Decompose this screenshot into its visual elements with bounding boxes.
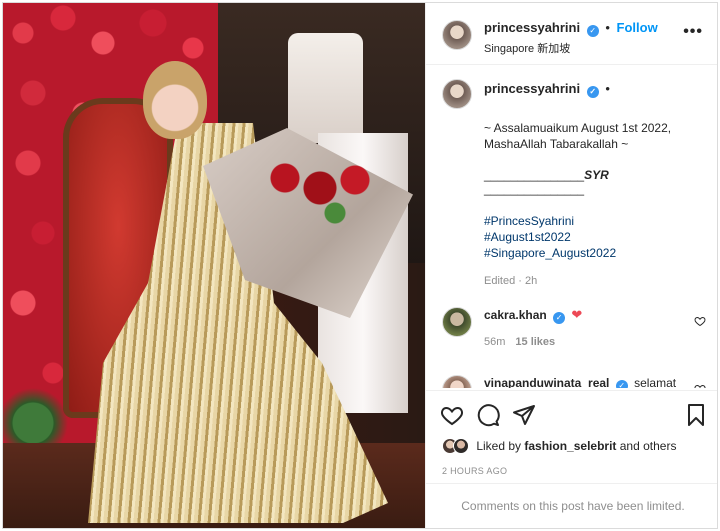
comments-limited-notice: Comments on this post have been limited. xyxy=(426,483,717,528)
heart-icon[interactable] xyxy=(440,403,464,427)
commenter-username[interactable]: vinapanduwinata_real xyxy=(484,376,609,388)
header-line: princessyahrini ✓ • Follow xyxy=(484,20,658,37)
bookmark-icon[interactable] xyxy=(684,403,708,427)
comment-icon[interactable] xyxy=(476,403,500,427)
action-bar xyxy=(426,390,717,438)
red-heart-emoji: ❤ xyxy=(571,307,583,322)
cake xyxy=(288,33,363,143)
comments-list[interactable]: princessyahrini ✓ • ~ Assalamuaikum Augu… xyxy=(426,65,717,388)
commenter-avatar[interactable] xyxy=(442,307,472,337)
woman-head xyxy=(143,61,207,139)
comment-item: cakra.khan ✓ ❤ 56m 15 likes xyxy=(426,307,717,375)
liked-by-user[interactable]: fashion_selebrit xyxy=(524,439,616,453)
comment-line: cakra.khan ✓ ❤ xyxy=(484,307,704,324)
liker-avatar[interactable] xyxy=(453,438,469,454)
comment-line: vinapanduwinata_real ✓ selamat xyxy=(484,375,704,388)
comment-text: selamat xyxy=(634,376,677,388)
post-side-panel: princessyahrini ✓ • Follow Singapore 新加坡… xyxy=(425,3,717,528)
liked-by-others[interactable]: and others xyxy=(616,439,677,453)
caption-avatar[interactable] xyxy=(442,79,472,109)
caption-dot: • xyxy=(605,81,610,96)
caption-username[interactable]: princessyahrini xyxy=(484,81,580,96)
liked-by-row: Liked by fashion_selebrit and others xyxy=(442,438,703,462)
follow-button[interactable]: Follow xyxy=(617,20,658,35)
commenter-username[interactable]: cakra.khan xyxy=(484,308,547,322)
separator-line: _______________ xyxy=(484,168,585,182)
post-window: princessyahrini ✓ • Follow Singapore 新加坡… xyxy=(2,2,718,529)
post-header: princessyahrini ✓ • Follow Singapore 新加坡… xyxy=(426,3,717,65)
comment-meta: 56m 15 likes xyxy=(484,336,704,348)
like-comment-heart-icon[interactable] xyxy=(694,315,706,327)
edited-timestamp: Edited · 2h xyxy=(484,275,538,287)
author-username[interactable]: princessyahrini xyxy=(484,20,580,35)
hashtag-link[interactable]: #Singapore_August2022 xyxy=(484,245,704,261)
commenter-avatar[interactable] xyxy=(442,375,472,388)
separator-line-2: _______________ xyxy=(484,182,585,196)
caption-text: ~ Assalamuaikum August 1st 2022, MashaAl… xyxy=(484,121,672,151)
share-icon[interactable] xyxy=(512,403,536,427)
post-photo[interactable] xyxy=(3,3,425,528)
post-timestamp[interactable]: 2 HOURS AGO xyxy=(442,466,507,476)
liked-by-prefix: Liked by xyxy=(476,439,525,453)
red-roses xyxy=(265,158,375,228)
verified-badge-icon: ✓ xyxy=(615,380,628,388)
comment-item: vinapanduwinata_real ✓ selamat xyxy=(426,375,717,388)
caption-username-line: princessyahrini ✓ • xyxy=(484,81,704,98)
verified-badge-icon: ✓ xyxy=(586,86,599,98)
post-location[interactable]: Singapore 新加坡 xyxy=(484,40,570,56)
hashtag-link[interactable]: #August1st2022 xyxy=(484,229,704,245)
hashtag-list: #PrincesSyahrini #August1st2022 #Singapo… xyxy=(484,213,704,261)
separator-dot: • xyxy=(605,20,610,35)
signature: SYR xyxy=(584,168,609,182)
verified-badge-icon: ✓ xyxy=(586,25,599,37)
more-options-icon[interactable]: ••• xyxy=(683,23,703,41)
verified-badge-icon: ✓ xyxy=(553,312,566,324)
caption: princessyahrini ✓ • ~ Assalamuaikum Augu… xyxy=(426,65,717,287)
comment-likes[interactable]: 15 likes xyxy=(515,336,555,348)
liked-by-text: Liked by fashion_selebrit and others xyxy=(476,439,676,453)
comment-age: 56m xyxy=(484,336,506,348)
author-avatar[interactable] xyxy=(442,20,472,50)
like-comment-heart-icon[interactable] xyxy=(694,383,706,388)
caption-separator: _______________SYR _______________ xyxy=(484,168,704,196)
hashtag-link[interactable]: #PrincesSyahrini xyxy=(484,213,704,229)
